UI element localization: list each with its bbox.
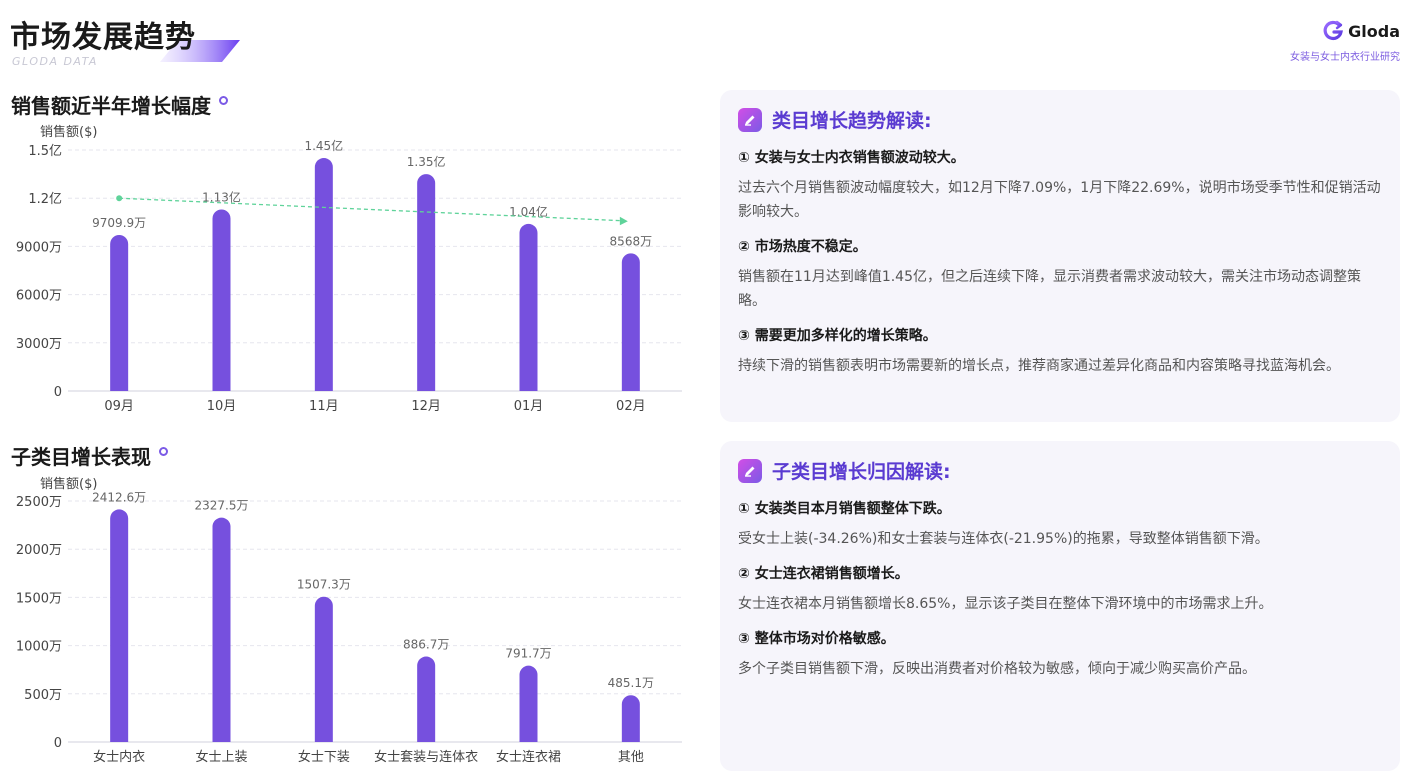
subcategory-point-1: ① 女装类目本月销售额整体下跌。 受女士上装(-34.26%)和女士套装与连体衣… [738, 498, 1382, 551]
subcategory-point-3: ③ 整体市场对价格敏感。 多个子类目销售额下滑，反映出消费者对价格较为敏感，倾向… [738, 628, 1382, 681]
point-body: 销售额在11月达到峰值1.45亿，但之后连续下降，显示消费者需求波动较大，需关注… [738, 265, 1382, 313]
subcategory-point-2: ② 女士连衣裙销售额增长。 女士连衣裙本月销售额增长8.65%，显示该子类目在整… [738, 563, 1382, 616]
data-label: 2327.5万 [195, 499, 249, 513]
trend-point-3: ③ 需要更加多样化的增长策略。 持续下滑的销售额表明市场需要新的增长点，推荐商家… [738, 325, 1382, 378]
bar [417, 657, 435, 742]
trend-panel-title: 类目增长趋势解读: [772, 106, 932, 133]
x-tick-label: 12月 [411, 399, 441, 414]
trend-point-1: ① 女装与女士内衣销售额波动较大。 过去六个月销售额波动幅度较大，如12月下降7… [738, 147, 1382, 224]
y-axis-label: 销售额($) [40, 476, 97, 492]
bar [622, 253, 640, 391]
pen-icon [738, 108, 762, 132]
data-label: 1.13亿 [202, 189, 241, 204]
section-dot-icon [159, 447, 168, 456]
point-body: 过去六个月销售额波动幅度较大，如12月下降7.09%，1月下降22.69%，说明… [738, 176, 1382, 224]
point-body: 多个子类目销售额下滑，反映出消费者对价格较为敏感，倾向于减少购买高价产品。 [738, 657, 1382, 681]
bar [622, 695, 640, 742]
x-tick-label: 女士内衣 [93, 749, 145, 765]
y-tick-label: 3000万 [16, 337, 62, 352]
x-tick-label: 11月 [309, 399, 339, 414]
data-label: 1507.3万 [297, 578, 351, 592]
subcategory-section-title: 子类目增长表现 [11, 441, 168, 470]
trend-insight-panel: 类目增长趋势解读: ① 女装与女士内衣销售额波动较大。 过去六个月销售额波动幅度… [720, 90, 1400, 422]
bar [520, 224, 538, 391]
point-body: 持续下滑的销售额表明市场需要新的增长点，推荐商家通过差异化商品和内容策略寻找蓝海… [738, 354, 1382, 378]
data-label: 886.7万 [403, 638, 449, 652]
sales-trend-section-title: 销售额近半年增长幅度 [11, 90, 228, 119]
bar [213, 518, 231, 742]
bar [417, 174, 435, 391]
data-label: 2412.6万 [92, 490, 146, 504]
data-label: 485.1万 [608, 676, 654, 690]
x-tick-label: 女士套装与连体衣 [374, 749, 478, 765]
trend-arrow-icon [620, 217, 628, 226]
data-label: 9709.9万 [92, 216, 146, 230]
y-tick-label: 1000万 [16, 640, 62, 655]
subcategory-insight-panel: 子类目增长归因解读: ① 女装类目本月销售额整体下跌。 受女士上装(-34.26… [720, 441, 1400, 771]
gloda-logo-icon [1322, 20, 1344, 42]
point-heading: ① 女装类目本月销售额整体下跌。 [738, 498, 1382, 518]
y-tick-label: 0 [54, 385, 62, 400]
x-tick-label: 女士下装 [298, 749, 350, 765]
bar [110, 509, 128, 742]
y-tick-label: 2500万 [16, 495, 62, 510]
y-tick-label: 9000万 [16, 240, 62, 255]
bar [110, 235, 128, 391]
page-title: 市场发展趋势 [10, 12, 196, 56]
point-body: 受女士上装(-34.26%)和女士套装与连体衣(-21.95%)的拖累，导致整体… [738, 527, 1382, 551]
data-label: 1.45亿 [304, 138, 343, 153]
data-label: 1.35亿 [407, 154, 446, 169]
subcategory-panel-title: 子类目增长归因解读: [772, 457, 951, 484]
brand-name: Gloda [1348, 22, 1400, 41]
x-tick-label: 02月 [616, 399, 646, 414]
bar [520, 666, 538, 742]
y-tick-label: 2000万 [16, 543, 62, 558]
y-tick-label: 6000万 [16, 289, 62, 304]
trend-point-2: ② 市场热度不稳定。 销售额在11月达到峰值1.45亿，但之后连续下降，显示消费… [738, 236, 1382, 313]
y-tick-label: 1500万 [16, 591, 62, 606]
y-tick-label: 500万 [24, 688, 62, 703]
y-tick-label: 0 [54, 736, 62, 751]
x-tick-label: 女士连衣裙 [496, 749, 561, 765]
subcategory-title-text: 子类目增长表现 [11, 441, 151, 470]
data-label: 791.7万 [505, 647, 551, 661]
y-tick-label: 1.2亿 [28, 192, 62, 207]
y-axis-label: 销售额($) [40, 124, 97, 140]
x-tick-label: 09月 [104, 399, 134, 414]
point-heading: ① 女装与女士内衣销售额波动较大。 [738, 147, 1382, 167]
x-tick-label: 01月 [514, 399, 544, 414]
point-heading: ② 市场热度不稳定。 [738, 236, 1382, 256]
page-title-block: 市场发展趋势 GLODA DATA [10, 12, 250, 72]
bar [315, 158, 333, 391]
y-tick-label: 1.5亿 [28, 144, 62, 159]
brand-block: Gloda 女装与女士内衣行业研究 [1290, 20, 1400, 63]
x-tick-label: 其他 [618, 750, 644, 765]
page-subtitle: GLODA DATA [12, 55, 98, 68]
sales-trend-chart: 销售额($) 0 3000万 6000万 9000万 1.2亿 1.5亿 9709.9万 09月… [0, 118, 700, 418]
bar [315, 597, 333, 742]
point-heading: ③ 整体市场对价格敏感。 [738, 628, 1382, 648]
x-tick-label: 10月 [207, 399, 237, 414]
bar [213, 209, 231, 391]
subcategory-chart: 销售额($)0500万1000万1500万2000万2500万2412.6万女士… [0, 470, 700, 770]
trend-start-dot [116, 195, 122, 201]
section-dot-icon [219, 96, 228, 105]
point-heading: ② 女士连衣裙销售额增长。 [738, 563, 1382, 583]
data-label: 8568万 [610, 234, 653, 248]
point-heading: ③ 需要更加多样化的增长策略。 [738, 325, 1382, 345]
sales-trend-title-text: 销售额近半年增长幅度 [11, 90, 211, 119]
pen-icon [738, 459, 762, 483]
brand-tagline: 女装与女士内衣行业研究 [1290, 48, 1400, 63]
x-tick-label: 女士上装 [195, 749, 247, 765]
point-body: 女士连衣裙本月销售额增长8.65%，显示该子类目在整体下滑环境中的市场需求上升。 [738, 592, 1382, 616]
